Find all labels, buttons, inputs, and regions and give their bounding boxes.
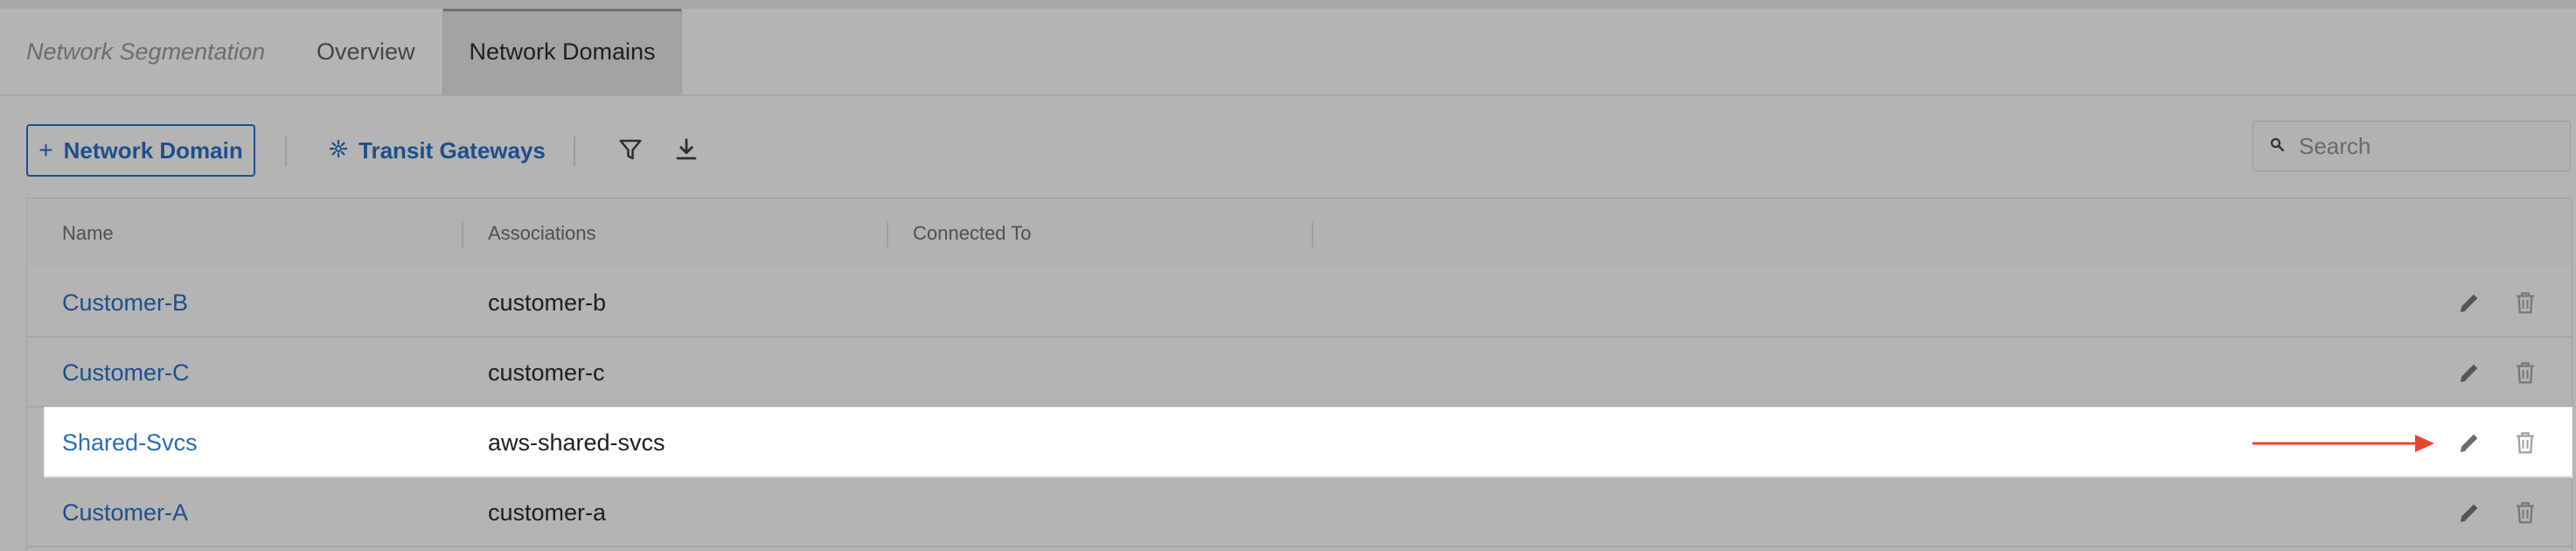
transit-gateways-label: Transit Gateways (359, 136, 546, 164)
table-row: Customer-A customer-a (27, 478, 2572, 548)
tab-bar: Network Segmentation Overview Network Do… (0, 9, 2576, 96)
add-network-domain-button[interactable]: + Network Domain (26, 124, 255, 177)
column-resizer[interactable] (1312, 221, 1313, 248)
tab-network-domains[interactable]: Network Domains (442, 9, 682, 94)
association-value: customer-a (488, 499, 607, 526)
table-header: Name Associations Connected To (27, 198, 2572, 270)
add-network-domain-label: Network Domain (63, 136, 243, 164)
delete-icon[interactable] (2510, 428, 2540, 457)
network-domains-table: Name Associations Connected To Customer-… (26, 198, 2573, 551)
column-header-associations[interactable]: Associations (488, 199, 596, 269)
domain-name-link[interactable]: Customer-C (62, 338, 190, 408)
column-resizer[interactable] (462, 221, 463, 248)
download-icon[interactable] (672, 135, 701, 164)
plus-icon: + (38, 136, 53, 164)
delete-icon[interactable] (2510, 288, 2540, 317)
domain-name-link[interactable]: Shared-Svcs (62, 408, 198, 478)
domain-name-link[interactable]: Customer-B (62, 268, 188, 338)
tab-overview[interactable]: Overview (317, 9, 415, 94)
annotation-arrow-icon (2252, 435, 2434, 452)
column-header-connected-to[interactable]: Connected To (913, 199, 1031, 269)
edit-icon[interactable] (2454, 498, 2484, 527)
association-value: aws-shared-svcs (488, 429, 665, 456)
toolbar-divider (574, 136, 575, 166)
gear-icon (329, 137, 348, 164)
association-value: customer-c (488, 359, 605, 386)
toolbar-divider (285, 136, 287, 166)
delete-icon[interactable] (2510, 498, 2540, 527)
edit-icon[interactable] (2454, 288, 2484, 317)
top-strip (0, 0, 2576, 9)
search-icon (2269, 136, 2285, 157)
table-row: Customer-B customer-b (27, 268, 2572, 338)
breadcrumb-network-segmentation[interactable]: Network Segmentation (26, 9, 265, 94)
delete-icon[interactable] (2510, 358, 2540, 387)
search-box (2252, 121, 2571, 171)
edit-icon[interactable] (2454, 358, 2484, 387)
table-row: Customer-C customer-c (27, 338, 2572, 408)
column-header-name[interactable]: Name (62, 199, 114, 269)
toolbar: + Network Domain Transit Gateways (0, 96, 2576, 198)
domain-name-link[interactable]: Customer-A (62, 478, 188, 548)
search-input[interactable] (2297, 131, 2545, 161)
edit-icon[interactable] (2454, 428, 2484, 457)
association-value: customer-b (488, 289, 607, 316)
transit-gateways-button[interactable]: Transit Gateways (329, 124, 546, 177)
column-resizer[interactable] (887, 221, 888, 248)
filter-icon[interactable] (616, 135, 645, 164)
table-row-highlighted: Shared-Svcs aws-shared-svcs (45, 408, 2572, 478)
